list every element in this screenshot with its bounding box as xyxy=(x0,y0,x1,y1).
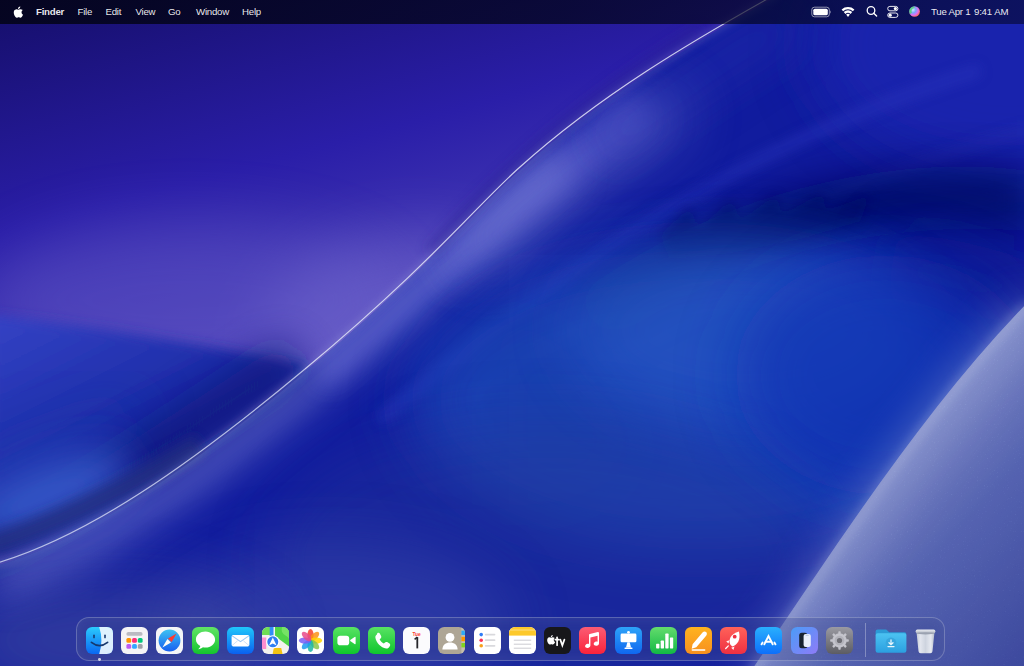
svg-text:Tue: Tue xyxy=(412,632,421,637)
